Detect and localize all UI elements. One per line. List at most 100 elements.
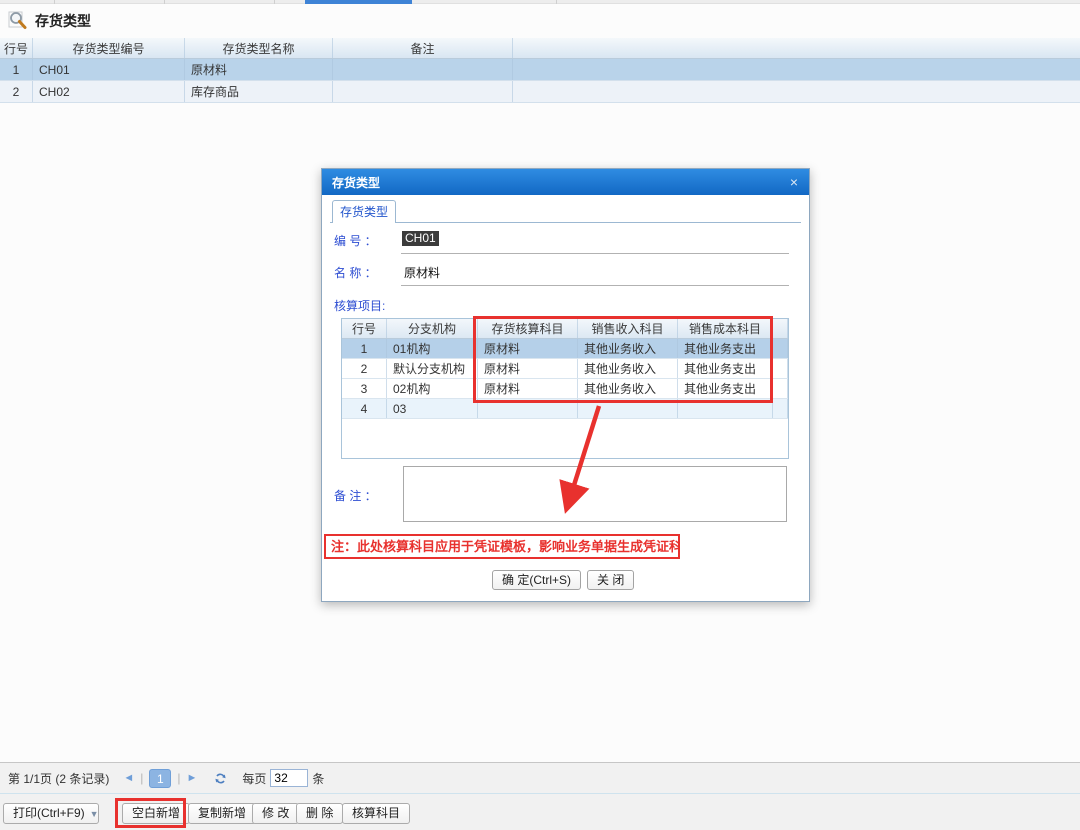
gcell: 01机构 — [387, 339, 478, 358]
gcol-branch[interactable]: 分支机构 — [387, 319, 478, 338]
prev-page-icon[interactable]: ◄ — [123, 772, 134, 784]
gcell: 其他业务收入 — [578, 379, 678, 398]
col-header-name[interactable]: 存货类型名称 — [185, 38, 333, 58]
gcell: 02机构 — [387, 379, 478, 398]
screen: 存货类型 行号 存货类型编号 存货类型名称 备注 1 CH01 原材料 2 CH… — [0, 0, 1080, 830]
per-page-input[interactable] — [270, 769, 308, 787]
gcol-income-subject[interactable]: 销售收入科目 — [578, 319, 678, 338]
pagination-bar: 第 1/1页 (2 条记录) ◄ | 1 | ► 每页 条 — [0, 763, 1080, 794]
cell-remark — [333, 59, 513, 80]
cell-remark — [333, 81, 513, 102]
col-header-remark[interactable]: 备注 — [333, 38, 513, 58]
dialog-tab-inventory-type[interactable]: 存货类型 — [332, 200, 396, 223]
gcell — [773, 339, 788, 358]
page-title: 存货类型 — [35, 11, 91, 31]
gcell: 原材料 — [478, 359, 578, 378]
cell-code: CH02 — [33, 81, 185, 102]
ok-button[interactable]: 确 定(Ctrl+S) — [492, 570, 581, 590]
grid-row[interactable]: 4 03 — [342, 399, 788, 419]
table-row[interactable]: 2 CH02 库存商品 — [0, 81, 1080, 103]
gcell: 其他业务支出 — [678, 359, 773, 378]
remark-textarea[interactable] — [403, 466, 787, 522]
per-page-label: 每页 — [242, 770, 266, 787]
gcell: 2 — [342, 359, 387, 378]
accounting-items-label: 核算项目: — [334, 297, 385, 314]
table-header-row: 行号 存货类型编号 存货类型名称 备注 — [0, 38, 1080, 59]
cell-filler — [513, 81, 1080, 102]
tab-divider — [330, 222, 801, 223]
chevron-down-icon: ▼ — [90, 809, 99, 819]
cell-rowno: 2 — [0, 81, 33, 102]
gcell — [478, 399, 578, 418]
gcol-filler — [773, 319, 788, 338]
top-tab[interactable] — [55, 0, 165, 4]
cell-name: 原材料 — [185, 59, 333, 80]
close-icon[interactable]: × — [786, 174, 802, 190]
dialog-titlebar: 存货类型 — [322, 169, 809, 195]
gcell: 原材料 — [478, 379, 578, 398]
gcell: 1 — [342, 339, 387, 358]
cell-rowno: 1 — [0, 59, 33, 80]
cell-filler — [513, 59, 1080, 80]
grid-header-row: 行号 分支机构 存货核算科目 销售收入科目 销售成本科目 — [342, 319, 788, 339]
per-page-unit: 条 — [312, 770, 324, 787]
gcell: 原材料 — [478, 339, 578, 358]
col-header-filler — [513, 38, 1080, 58]
pager-separator: | — [140, 771, 143, 785]
code-label: 编 号 ： — [334, 232, 377, 249]
delete-button[interactable]: 删 除 — [296, 803, 343, 824]
pagination-summary: 第 1/1页 (2 条记录) — [8, 770, 109, 787]
page-header: 存货类型 — [8, 8, 91, 34]
gcol-cost-subject[interactable]: 销售成本科目 — [678, 319, 773, 338]
top-tab[interactable] — [0, 0, 55, 4]
refresh-icon[interactable] — [215, 773, 226, 784]
code-field-underline — [401, 253, 789, 254]
cell-name: 库存商品 — [185, 81, 333, 102]
col-header-rowno[interactable]: 行号 — [0, 38, 33, 58]
grid-row-selected[interactable]: 1 01机构 原材料 其他业务收入 其他业务支出 — [342, 339, 788, 359]
name-field-underline — [401, 285, 789, 286]
magnifier-icon — [8, 10, 28, 33]
top-tab-strip — [0, 0, 1080, 4]
remark-label: 备 注 ： — [334, 487, 377, 504]
gcell: 其他业务收入 — [578, 359, 678, 378]
top-tab-active[interactable] — [305, 0, 412, 4]
copy-add-button[interactable]: 复制新增 — [188, 803, 256, 824]
print-button[interactable]: 打印(Ctrl+F9)▼ — [3, 803, 99, 824]
gcol-inventory-subject[interactable]: 存货核算科目 — [478, 319, 578, 338]
gcol-rowno[interactable]: 行号 — [342, 319, 387, 338]
gcell: 其他业务支出 — [678, 379, 773, 398]
gcell: 4 — [342, 399, 387, 418]
inventory-type-dialog: 存货类型 × 存货类型 编 号 ： CH01 名 称 ： 原材料 核算项目: 行… — [321, 168, 810, 602]
accounting-items-grid: 行号 分支机构 存货核算科目 销售收入科目 销售成本科目 1 01机构 原材料 … — [341, 318, 789, 459]
top-tab[interactable] — [412, 0, 557, 4]
gcell: 3 — [342, 379, 387, 398]
next-page-icon[interactable]: ► — [187, 772, 198, 784]
pager-separator: | — [177, 771, 180, 785]
gcell — [773, 399, 788, 418]
gcell: 其他业务支出 — [678, 339, 773, 358]
table-row-selected[interactable]: 1 CH01 原材料 — [0, 59, 1080, 81]
cell-code: CH01 — [33, 59, 185, 80]
blank-add-button[interactable]: 空白新增 — [122, 803, 190, 824]
gcell: 默认分支机构 — [387, 359, 478, 378]
code-field[interactable]: CH01 — [402, 231, 439, 246]
modify-button[interactable]: 修 改 — [252, 803, 299, 824]
top-tab[interactable] — [165, 0, 275, 4]
gcell — [773, 359, 788, 378]
col-header-code[interactable]: 存货类型编号 — [33, 38, 185, 58]
accounting-subject-button[interactable]: 核算科目 — [342, 803, 410, 824]
gcell — [678, 399, 773, 418]
close-button[interactable]: 关 闭 — [587, 570, 634, 590]
grid-row[interactable]: 2 默认分支机构 原材料 其他业务收入 其他业务支出 — [342, 359, 788, 379]
grid-row[interactable]: 3 02机构 原材料 其他业务收入 其他业务支出 — [342, 379, 788, 399]
warning-note: 注：此处核算科目应用于凭证模板，影响业务单据生成凭证科目！ — [324, 534, 680, 559]
bottom-toolbar: 打印(Ctrl+F9)▼ 空白新增 复制新增 修 改 删 除 核算科目 — [0, 794, 1080, 830]
name-label: 名 称 ： — [334, 264, 377, 281]
current-page-button[interactable]: 1 — [149, 769, 171, 788]
inventory-type-table: 行号 存货类型编号 存货类型名称 备注 1 CH01 原材料 2 CH02 库存… — [0, 38, 1080, 103]
gcell — [578, 399, 678, 418]
name-field[interactable]: 原材料 — [404, 264, 440, 281]
gcell — [773, 379, 788, 398]
gcell: 03 — [387, 399, 478, 418]
